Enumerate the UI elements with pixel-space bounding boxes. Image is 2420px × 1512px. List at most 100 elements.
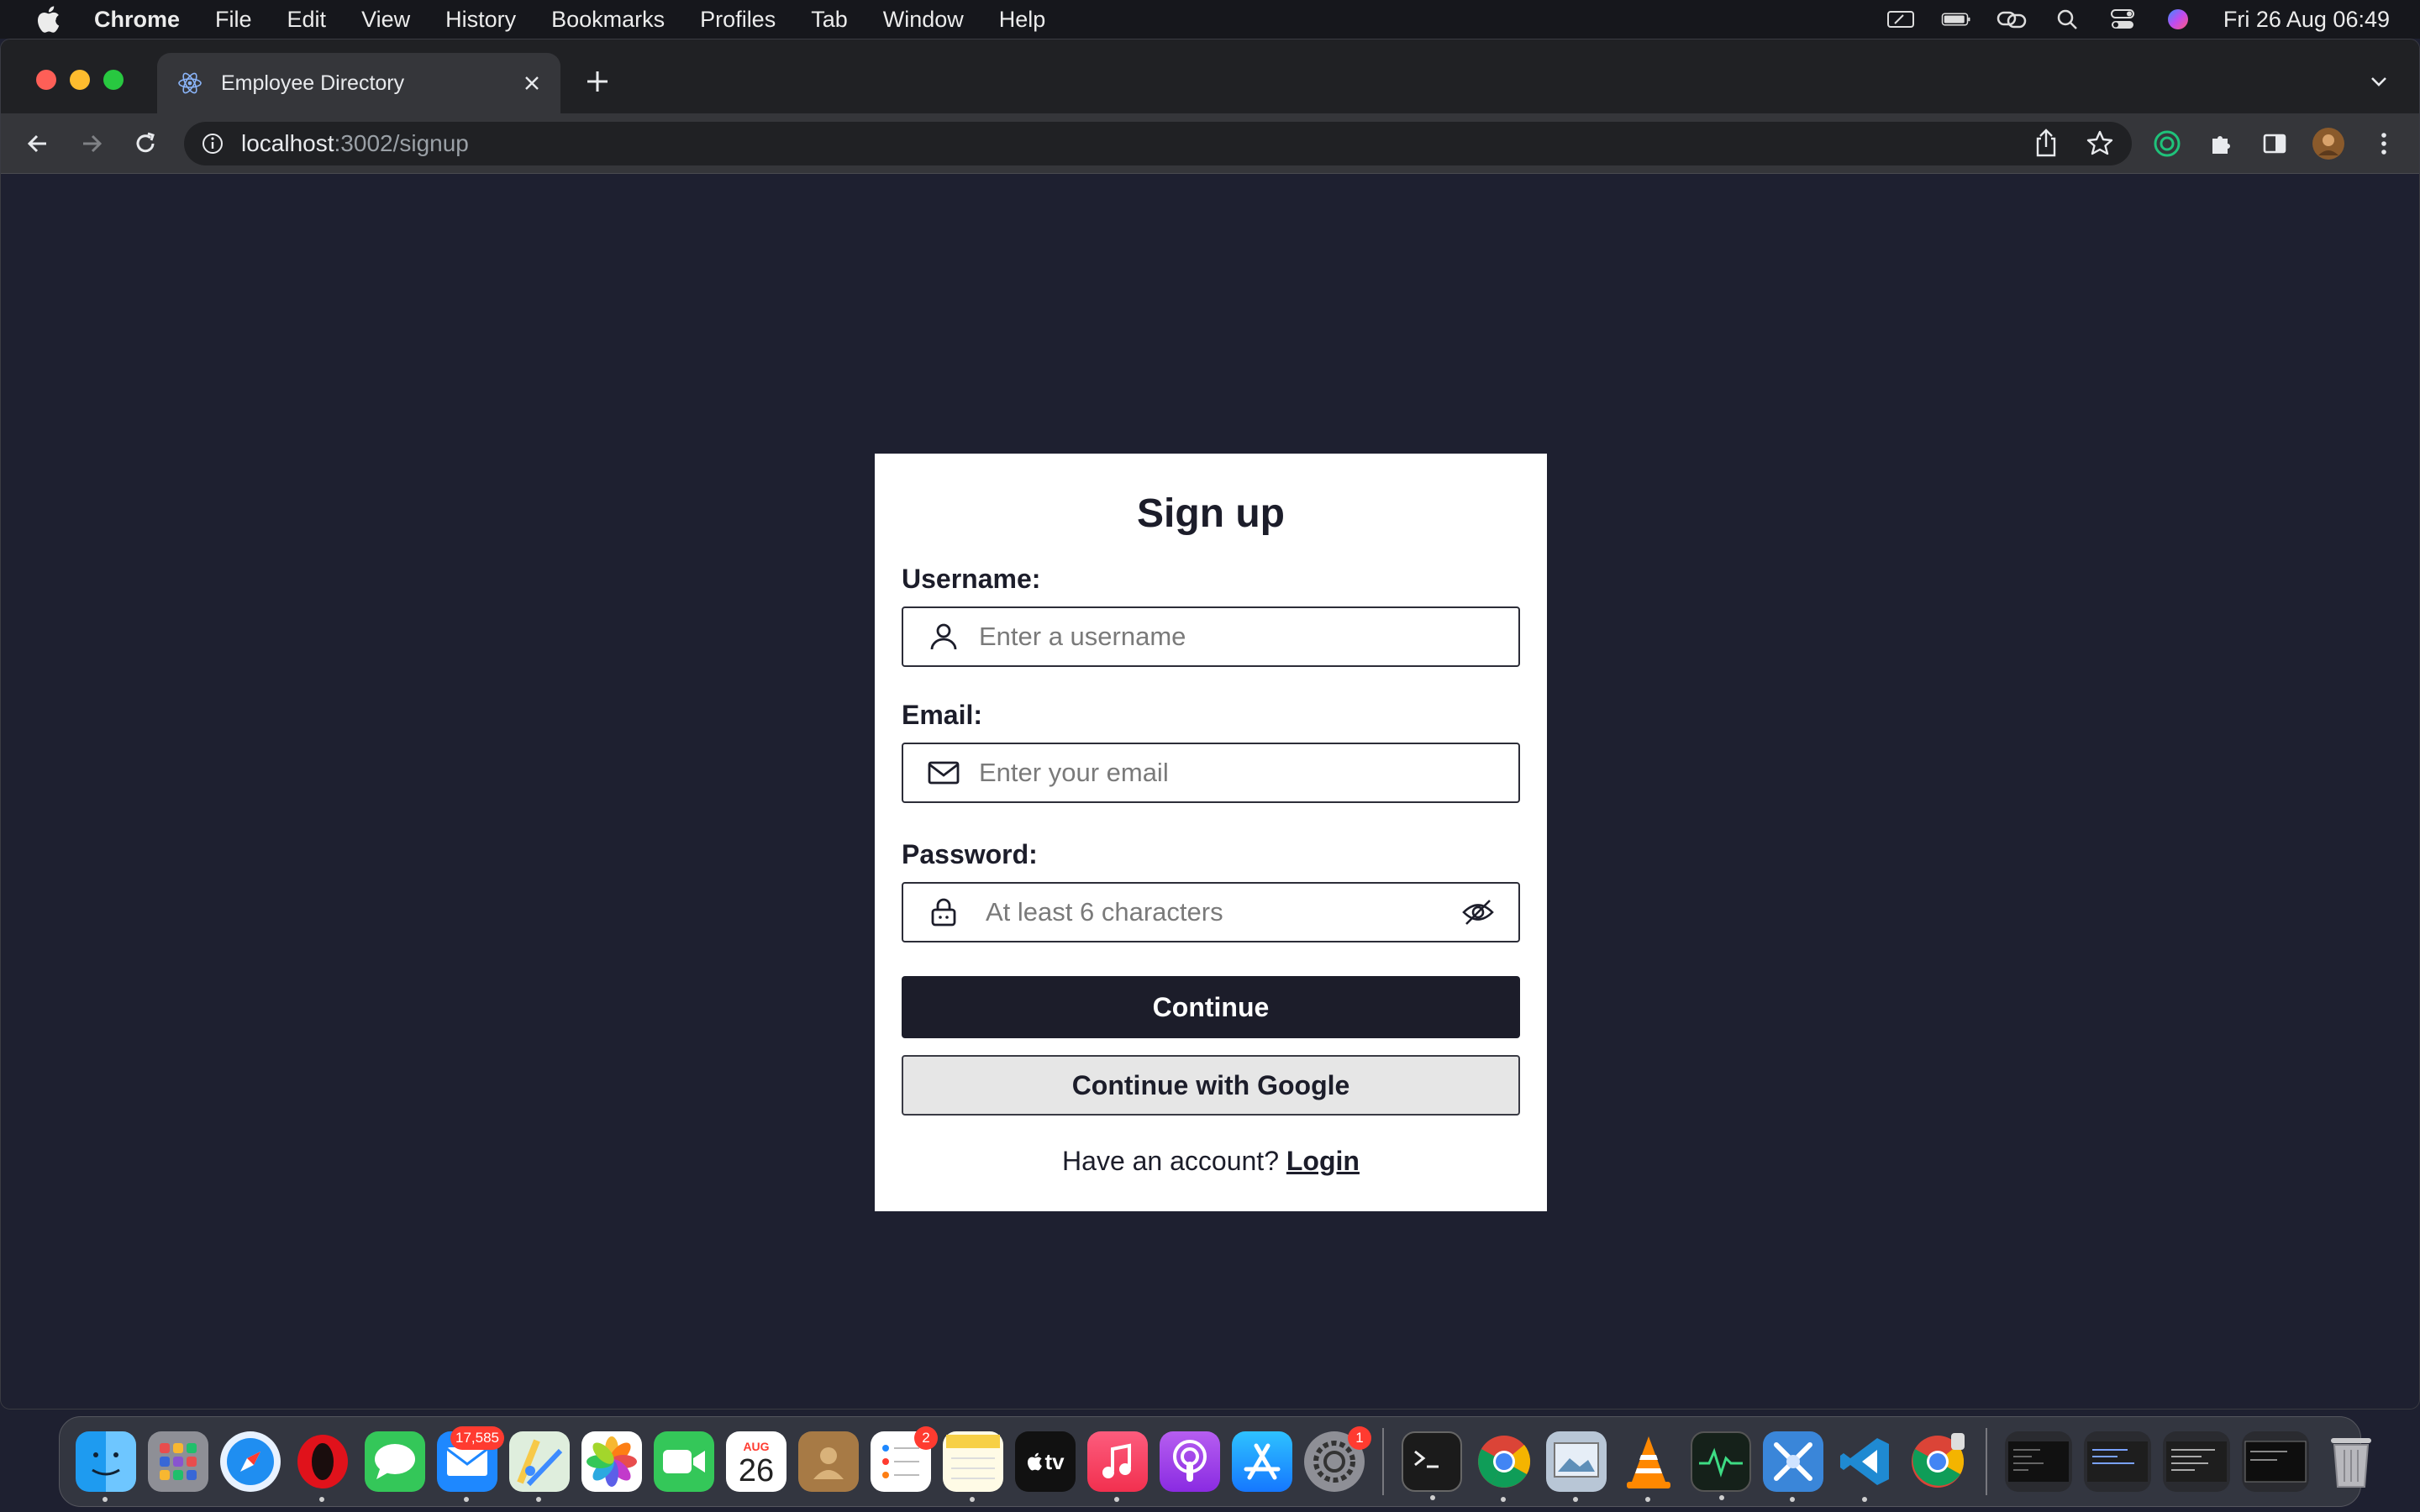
dock-minimized-window-4[interactable] [2242,1431,2309,1492]
dock-system-settings-icon[interactable]: 1 [1304,1426,1371,1492]
settings-update-badge: 1 [1348,1426,1371,1450]
dock-terminal-icon[interactable] [1402,1431,1462,1500]
window-close-button[interactable] [36,70,56,90]
dock-network-utility-icon[interactable] [1763,1431,1823,1502]
dock-preview-icon[interactable] [1546,1431,1607,1502]
back-button[interactable] [21,127,55,160]
username-label: Username: [902,564,1041,594]
continue-button[interactable]: Continue [902,976,1520,1038]
dock-running-indicator [464,1497,469,1502]
calendar-month: AUG [743,1440,770,1453]
menu-file[interactable]: File [215,7,252,33]
menu-window[interactable]: Window [883,7,964,33]
dock-apple-tv-icon[interactable]: tv [1015,1431,1076,1492]
menu-history[interactable]: History [445,7,516,33]
window-minimize-button[interactable] [70,70,90,90]
dock-divider [1382,1428,1384,1495]
dock-messages-icon[interactable] [365,1431,425,1492]
login-prompt: Have an account? Login [902,1146,1520,1177]
login-link[interactable]: Login [1286,1146,1360,1176]
dock-facetime-icon[interactable] [654,1431,714,1492]
apple-logo-icon[interactable] [35,5,60,34]
eye-off-icon[interactable] [1460,894,1497,931]
dock-vlc-icon[interactable] [1618,1431,1679,1502]
dock-mail-icon[interactable]: 17,585 [437,1426,504,1502]
dock-trash-icon[interactable] [2321,1431,2381,1492]
url-host: localhost [241,130,334,156]
menu-tab[interactable]: Tab [811,7,848,33]
username-field[interactable] [902,606,1520,667]
tab-strip: Employee Directory [1,39,2419,113]
dock-calendar-icon[interactable]: AUG 26 [726,1431,786,1492]
password-field[interactable] [902,882,1520,942]
dock-running-indicator [536,1497,541,1502]
tab-close-icon[interactable] [517,68,547,98]
menu-help[interactable]: Help [999,7,1046,33]
tab-employee-directory[interactable]: Employee Directory [157,53,560,113]
forward-button[interactable] [75,127,108,160]
dock-chrome-canary-icon[interactable] [1907,1431,1968,1492]
dock-running-indicator [1573,1497,1578,1502]
reload-button[interactable] [129,127,162,160]
dock-minimized-window-1[interactable] [2005,1431,2072,1492]
site-info-icon[interactable] [199,130,226,157]
chrome-menu-kebab-icon[interactable] [2367,127,2401,160]
link-icon[interactable] [1996,8,2027,31]
menu-app-chrome[interactable]: Chrome [94,7,180,33]
screen-mirroring-icon[interactable] [1886,8,1916,31]
url-path: :3002/signup [334,130,469,156]
dock-opera-icon[interactable] [292,1431,353,1502]
dock-minimized-window-3[interactable] [2163,1431,2230,1492]
url-text[interactable]: localhost:3002/signup [241,130,469,157]
extensions-puzzle-icon[interactable] [2204,127,2238,160]
menubar-clock[interactable]: Fri 26 Aug 06:49 [2223,7,2390,33]
address-bar[interactable]: localhost:3002/signup [184,122,2132,165]
username-input[interactable] [979,612,1518,662]
envelope-icon [925,754,962,791]
dock-notes-icon[interactable] [943,1431,1003,1502]
signup-card: Sign up Username: Email: Password: [875,454,1547,1211]
tab-search-chevron-icon[interactable] [2364,66,2394,97]
menu-edit[interactable]: Edit [287,7,327,33]
dock-vscode-icon[interactable] [1835,1431,1896,1502]
tv-label: tv [1044,1448,1065,1474]
dock-chrome-icon[interactable] [1474,1431,1534,1502]
dock-maps-icon[interactable] [509,1431,570,1502]
new-tab-button[interactable] [581,65,614,98]
spotlight-search-icon[interactable] [2052,8,2082,31]
have-account-text: Have an account? [1062,1146,1279,1176]
dock-launchpad-icon[interactable] [148,1431,208,1492]
extension-grammarly-icon[interactable] [2150,127,2184,160]
email-field[interactable] [902,743,1520,803]
dock-photos-icon[interactable] [581,1431,642,1492]
dock-safari-icon[interactable] [220,1431,281,1492]
password-label: Password: [902,839,1038,869]
siri-icon[interactable] [2163,8,2193,31]
continue-with-google-button[interactable]: Continue with Google [902,1055,1520,1116]
menu-bookmarks[interactable]: Bookmarks [551,7,665,33]
user-icon [925,618,962,655]
battery-icon[interactable] [1941,8,1971,31]
reminders-badge: 2 [914,1426,938,1450]
dock-running-indicator [1719,1495,1724,1500]
control-center-icon[interactable] [2107,8,2138,31]
dock-running-indicator [970,1497,975,1502]
menu-view[interactable]: View [361,7,410,33]
password-input[interactable] [986,887,1460,937]
menu-profiles[interactable]: Profiles [700,7,776,33]
profile-avatar[interactable] [2312,127,2345,160]
dock-music-icon[interactable] [1087,1431,1148,1502]
dock-podcasts-icon[interactable] [1160,1431,1220,1492]
macos-menubar: Chrome File Edit View History Bookmarks … [0,0,2420,39]
dock-reminders-icon[interactable]: 2 [871,1426,938,1492]
share-icon[interactable] [2031,127,2061,165]
dock-app-store-icon[interactable] [1232,1431,1292,1492]
dock-activity-monitor-icon[interactable] [1691,1431,1751,1500]
side-panel-icon[interactable] [2258,127,2291,160]
dock-contacts-icon[interactable] [798,1431,859,1492]
dock-finder-icon[interactable] [76,1431,136,1502]
dock-minimized-window-2[interactable] [2084,1431,2151,1492]
email-input[interactable] [979,748,1518,798]
window-zoom-button[interactable] [103,70,124,90]
bookmark-star-icon[interactable] [2085,127,2115,165]
